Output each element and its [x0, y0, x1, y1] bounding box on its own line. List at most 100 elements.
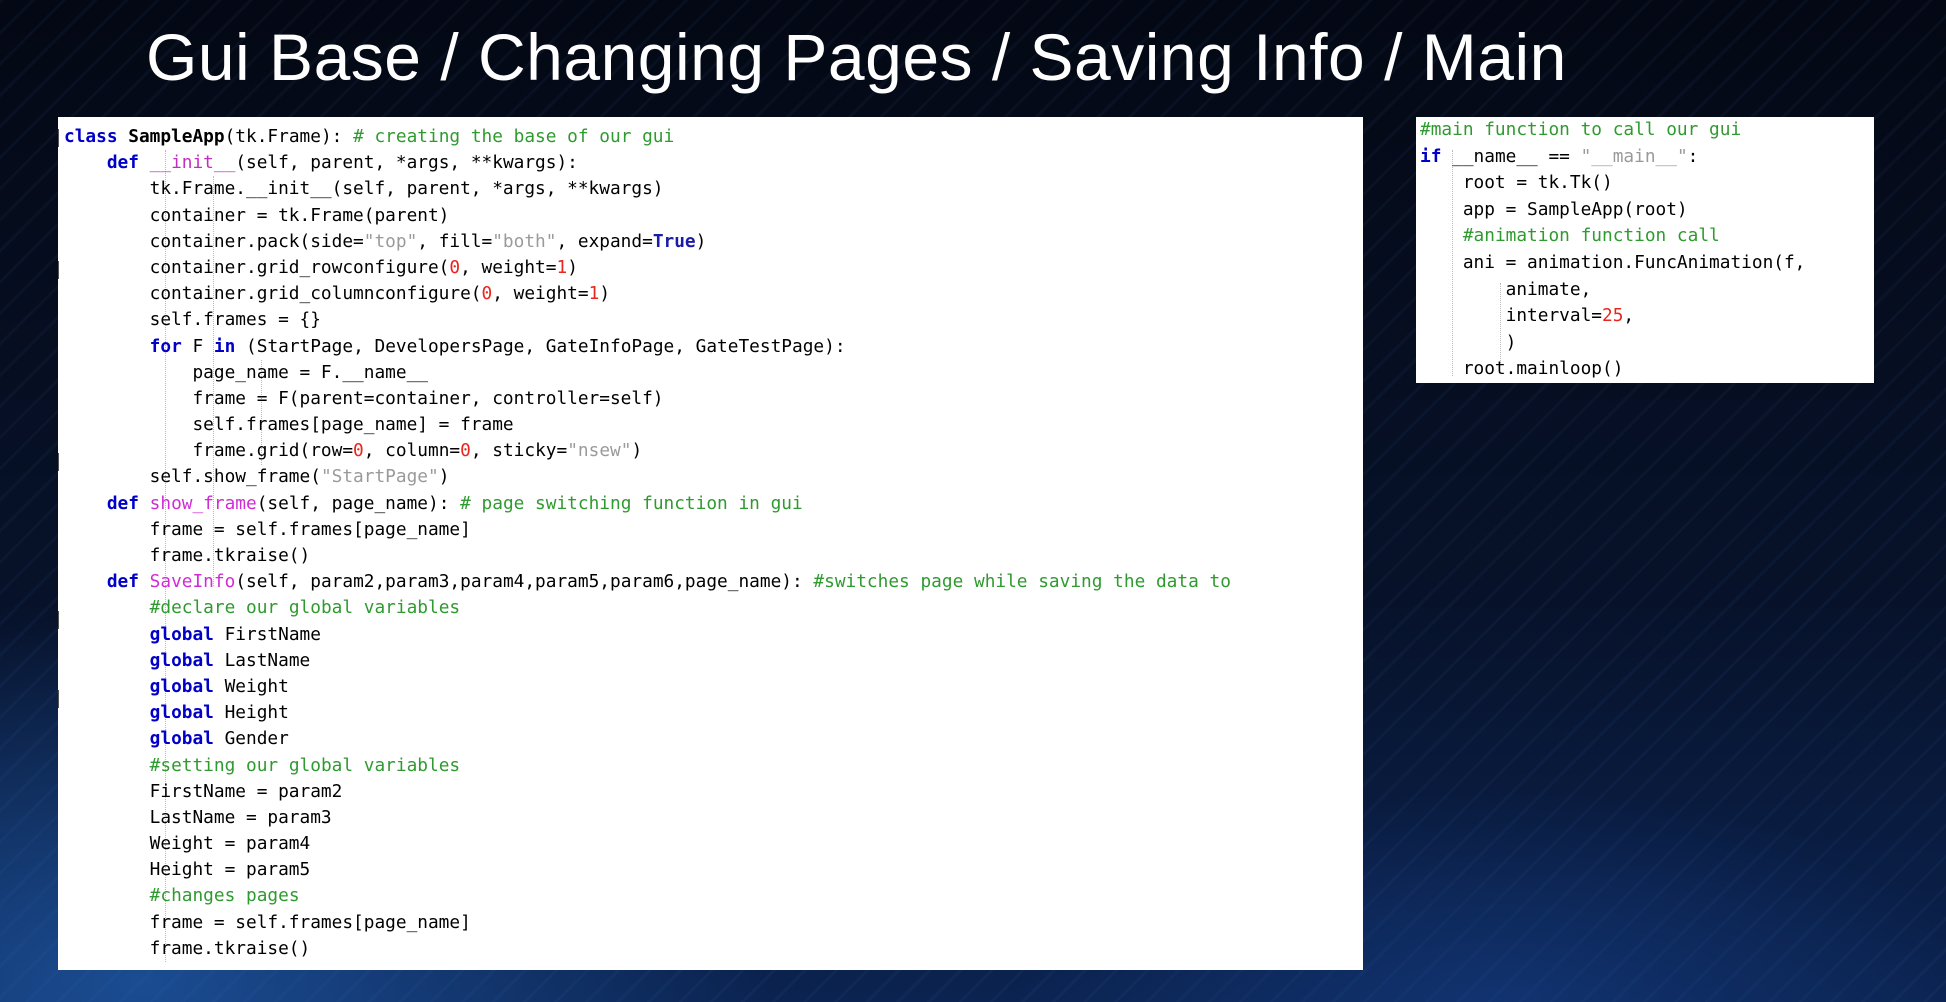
code-token: (StartPage, DevelopersPage, GateInfoPage…	[246, 335, 846, 357]
code-line: tk.Frame.__init__(self, parent, *args, *…	[64, 176, 1231, 202]
code-line: frame = self.frames[page_name]	[64, 517, 1231, 543]
code-token: app = SampleApp(root)	[1420, 198, 1688, 220]
code-token: 0	[353, 440, 364, 462]
code-token: animate,	[1420, 278, 1592, 300]
code-token: )	[631, 440, 643, 462]
code-token: , weight=	[460, 256, 557, 278]
code-token: (self, page_name):	[256, 492, 461, 514]
code-token: for	[149, 335, 193, 357]
code-token: container.grid_rowconfigure(	[64, 256, 450, 278]
code-line: frame = self.frames[page_name]	[64, 910, 1231, 936]
code-token: , sticky=	[470, 440, 568, 462]
code-token: #setting our global variables	[149, 754, 461, 776]
code-block-left: class SampleApp(tk.Frame): # creating th…	[64, 124, 1231, 962]
code-token: :	[1687, 145, 1699, 167]
code-line: self.frames[page_name] = frame	[64, 412, 1231, 438]
code-token: show_frame	[149, 492, 257, 514]
code-line: global Height	[64, 700, 1231, 726]
code-token: frame = self.frames[page_name]	[64, 518, 471, 540]
code-token: "both"	[492, 230, 557, 252]
code-token: global	[149, 649, 225, 671]
code-line: def SaveInfo(self, param2,param3,param4,…	[64, 569, 1231, 595]
code-line: for F in (StartPage, DevelopersPage, Gat…	[64, 334, 1231, 360]
code-token: 0	[481, 283, 493, 305]
code-screenshot-gui-class: class SampleApp(tk.Frame): # creating th…	[58, 117, 1363, 970]
code-token: 0	[460, 440, 471, 462]
code-token: SaveInfo	[149, 571, 236, 593]
code-token: )	[695, 230, 707, 252]
code-token: __init__	[149, 152, 236, 174]
code-line: #declare our global variables	[64, 595, 1231, 621]
code-token: ,	[1623, 305, 1635, 327]
code-token: FirstName	[224, 623, 321, 645]
code-token: 0	[449, 256, 461, 278]
code-token: frame.tkraise()	[64, 937, 311, 959]
code-token: (self, parent, *args, **kwargs):	[235, 152, 578, 174]
code-line: frame = F(parent=container, controller=s…	[64, 386, 1231, 412]
code-token: global	[149, 702, 225, 724]
code-token: Weight	[224, 675, 289, 697]
code-token: global	[149, 623, 225, 645]
code-token: frame.grid(row=	[64, 440, 354, 462]
code-token: (tk.Frame):	[224, 126, 354, 147]
code-token: )	[1420, 331, 1517, 353]
code-token: __name__ ==	[1452, 145, 1581, 167]
code-token: container = tk.Frame(parent)	[64, 204, 450, 226]
slide-title: Gui Base / Changing Pages / Saving Info …	[146, 20, 1567, 94]
code-token: , expand=	[556, 230, 653, 252]
code-token: # page switching function in gui	[460, 492, 803, 514]
code-token: SampleApp	[128, 126, 225, 147]
code-line: self.show_frame("StartPage")	[64, 464, 1231, 490]
code-token: global	[149, 728, 225, 750]
code-line: #main function to call our gui	[1420, 117, 1805, 144]
code-token: FirstName = param2	[64, 780, 343, 802]
code-line: if __name__ == "__main__":	[1420, 144, 1805, 171]
code-token: global	[149, 675, 225, 697]
code-token: self.frames[page_name] = frame	[64, 414, 514, 436]
code-token: frame = F(parent=container, controller=s…	[64, 387, 664, 409]
code-token: container.pack(side=	[64, 230, 364, 252]
fold-marker	[58, 611, 63, 629]
code-token: LastName	[224, 649, 311, 671]
code-line: frame.tkraise()	[64, 936, 1231, 962]
code-token: in	[213, 335, 247, 357]
code-token: if	[1420, 145, 1453, 167]
code-line: global FirstName	[64, 622, 1231, 648]
code-token: , weight=	[492, 283, 589, 305]
code-screenshot-main: #main function to call our gui if __name_…	[1416, 117, 1874, 383]
code-token: Height = param5	[64, 859, 311, 881]
code-line: self.frames = {}	[64, 307, 1231, 333]
code-token: )	[567, 256, 578, 278]
code-token: self.frames = {}	[64, 309, 321, 331]
code-line: def show_frame(self, page_name): # page …	[64, 491, 1231, 517]
code-line: ani = animation.FuncAnimation(f,	[1420, 250, 1806, 277]
code-line: )	[1420, 330, 1805, 357]
code-token: def	[106, 492, 150, 514]
code-line: #changes pages	[64, 883, 1231, 909]
fold-marker	[58, 129, 63, 147]
code-line: frame.grid(row=0, column=0, sticky="nsew…	[64, 438, 1231, 464]
code-token: , fill=	[417, 230, 493, 252]
code-token: interval=	[1420, 305, 1602, 327]
fold-marker	[58, 690, 63, 708]
code-token: #changes pages	[149, 885, 300, 907]
code-line: frame.tkraise()	[64, 543, 1231, 569]
code-token: #animation function call	[1462, 225, 1720, 247]
fold-marker	[58, 261, 63, 279]
code-token: root.mainloop()	[1420, 358, 1624, 380]
code-token: (self, param2,param3,param4,param5,param…	[235, 571, 814, 593]
code-line: interval=25,	[1420, 303, 1805, 330]
code-token: # creating the base of our gui	[353, 126, 675, 147]
code-token: "top"	[363, 230, 418, 252]
code-line: LastName = param3	[64, 805, 1231, 831]
